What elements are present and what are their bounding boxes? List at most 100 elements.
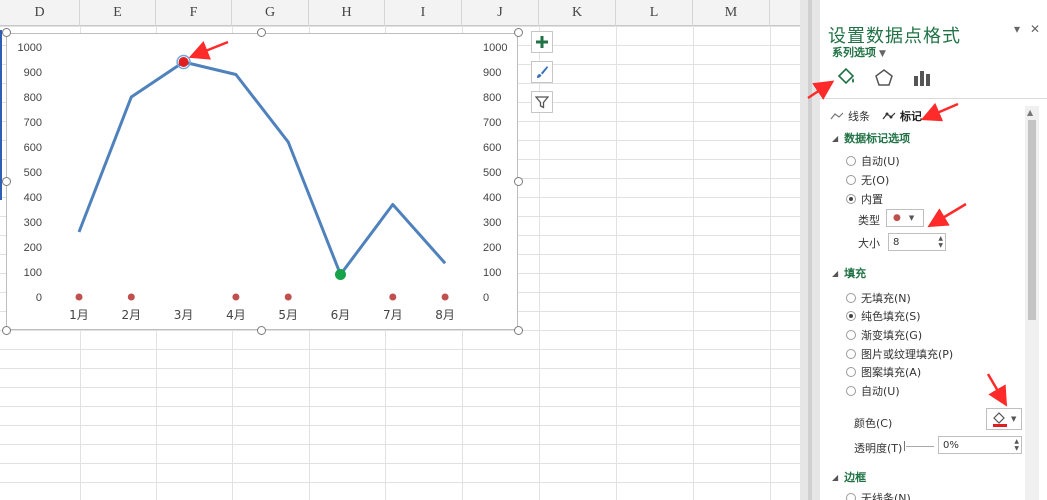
series-line: [77, 60, 447, 276]
radio-button[interactable]: [846, 175, 856, 185]
slider-thumb[interactable]: [904, 441, 905, 451]
gradient-fill-option[interactable]: 渐变填充(G): [846, 327, 922, 343]
no-fill-option[interactable]: 无填充(N): [846, 290, 911, 306]
dot-marker-icon: ●: [893, 213, 901, 223]
collapse-triangle-icon: ◢: [832, 133, 839, 143]
close-icon[interactable]: ✕: [1030, 22, 1040, 36]
y-tick-label: 100: [24, 267, 42, 279]
solid-fill-option[interactable]: 纯色填充(S): [846, 308, 921, 324]
chart-resize-handle[interactable]: [2, 28, 11, 37]
no-line-option[interactable]: 无线条(N): [846, 490, 911, 500]
fill-color-picker[interactable]: ▼: [986, 408, 1022, 430]
data-marker: [232, 293, 240, 301]
scrollbar-thumb[interactable]: [1028, 120, 1036, 320]
marker-builtin-option[interactable]: 内置: [846, 191, 883, 207]
marker-auto-label: 自动(U): [861, 155, 900, 168]
gridline: [693, 26, 694, 500]
paint-bucket-icon: [837, 67, 855, 85]
secondary-y-tick-label: 1000: [483, 42, 507, 54]
chart-resize-handle[interactable]: [2, 326, 11, 335]
collapse-triangle-icon: ◢: [832, 472, 839, 482]
y-tick-label: 600: [24, 142, 42, 154]
effects-tab[interactable]: [872, 66, 896, 90]
y-tick-label: 900: [24, 67, 42, 79]
plus-icon: [536, 36, 548, 48]
column-header-row: D E F G H I J K L M: [0, 0, 800, 26]
marker-size-spinner[interactable]: 8 ▲ ▼: [888, 233, 946, 251]
chevron-down-icon: ▼: [1011, 415, 1017, 423]
paint-bucket-icon: [993, 412, 1007, 427]
series-options-dropdown[interactable]: 系列选项 ▼: [832, 44, 886, 60]
fill-auto-option[interactable]: 自动(U): [846, 383, 900, 399]
marker-options-section[interactable]: ◢ 数据标记选项: [832, 130, 910, 146]
pentagon-icon: [875, 69, 893, 86]
fill-section[interactable]: ◢ 填充: [832, 265, 866, 281]
chart-elements-button[interactable]: [531, 31, 553, 53]
column-header-l[interactable]: L: [616, 0, 693, 26]
transparency-label: 透明度(T): [854, 442, 903, 455]
column-header-i[interactable]: I: [385, 0, 462, 26]
chart-styles-button[interactable]: [531, 61, 553, 83]
radio-button[interactable]: [846, 293, 856, 303]
fill-auto-label: 自动(U): [861, 385, 900, 398]
data-marker: [75, 293, 83, 301]
line-subtab[interactable]: 线条: [830, 108, 870, 124]
secondary-y-tick-label: 300: [483, 217, 501, 229]
chevron-down-icon: ▼: [908, 214, 915, 222]
marker-none-option[interactable]: 无(O): [846, 172, 889, 188]
radio-button[interactable]: [846, 330, 856, 340]
y-tick-label: 300: [24, 217, 42, 229]
chart-resize-handle[interactable]: [514, 326, 523, 335]
column-header-d[interactable]: D: [0, 0, 80, 26]
border-section[interactable]: ◢ 边框: [832, 469, 866, 485]
scroll-up-icon[interactable]: ▲: [1027, 108, 1033, 117]
data-marker: [389, 293, 397, 301]
chart-resize-handle[interactable]: [514, 28, 523, 37]
radio-button-selected[interactable]: [846, 194, 856, 204]
border-heading: 边框: [844, 471, 867, 484]
radio-button[interactable]: [846, 349, 856, 359]
marker-subtab[interactable]: 标记: [882, 108, 922, 124]
pattern-fill-option[interactable]: 图案填充(A): [846, 364, 921, 380]
marker-type-dropdown[interactable]: ● ▼: [886, 209, 924, 227]
chart-resize-handle[interactable]: [257, 28, 266, 37]
spinner-arrows-icon[interactable]: ▲ ▼: [938, 235, 943, 249]
spinner-arrows-icon[interactable]: ▲ ▼: [1014, 438, 1019, 452]
column-header-k[interactable]: K: [539, 0, 616, 26]
x-tick-label: 3月: [174, 308, 194, 322]
radio-button[interactable]: [846, 367, 856, 377]
column-header-g[interactable]: G: [232, 0, 309, 26]
column-header-e[interactable]: E: [80, 0, 156, 26]
line-marker-subtabs: 线条 标记: [830, 108, 922, 124]
series-options-tab[interactable]: [910, 66, 934, 90]
secondary-y-tick-label: 400: [483, 192, 501, 204]
chart-tools: [531, 31, 553, 121]
filter-icon: [535, 96, 549, 109]
line-chart[interactable]: 1000 1000 900 900 800 800 700 700 600 600 500 500 40…: [6, 33, 518, 330]
transparency-spinner[interactable]: 0% ▲ ▼: [938, 436, 1022, 454]
chart-filters-button[interactable]: [531, 91, 553, 113]
column-header-f[interactable]: F: [156, 0, 232, 26]
x-tick-label: 4月: [226, 308, 246, 322]
x-tick-label: 7月: [383, 308, 403, 322]
radio-button[interactable]: [846, 493, 856, 500]
fill-line-tab[interactable]: [834, 66, 858, 90]
radio-button[interactable]: [846, 386, 856, 396]
picture-fill-option[interactable]: 图片或纹理填充(P): [846, 346, 953, 362]
chart-resize-handle[interactable]: [257, 326, 266, 335]
column-header-m[interactable]: M: [693, 0, 770, 26]
y-tick-label: 0: [36, 292, 42, 304]
radio-button[interactable]: [846, 156, 856, 166]
column-header-h[interactable]: H: [309, 0, 385, 26]
transparency-slider[interactable]: [904, 440, 934, 452]
chart-resize-handle[interactable]: [514, 177, 523, 186]
pane-options-dropdown[interactable]: ▾: [1014, 22, 1020, 36]
chart-resize-handle[interactable]: [2, 177, 11, 186]
column-header-j[interactable]: J: [462, 0, 539, 26]
data-range-highlight: [0, 30, 3, 200]
secondary-y-tick-label: 700: [483, 117, 501, 129]
gridline: [616, 26, 617, 500]
secondary-y-tick-label: 100: [483, 267, 501, 279]
marker-auto-option[interactable]: 自动(U): [846, 153, 900, 169]
radio-button-selected[interactable]: [846, 311, 856, 321]
